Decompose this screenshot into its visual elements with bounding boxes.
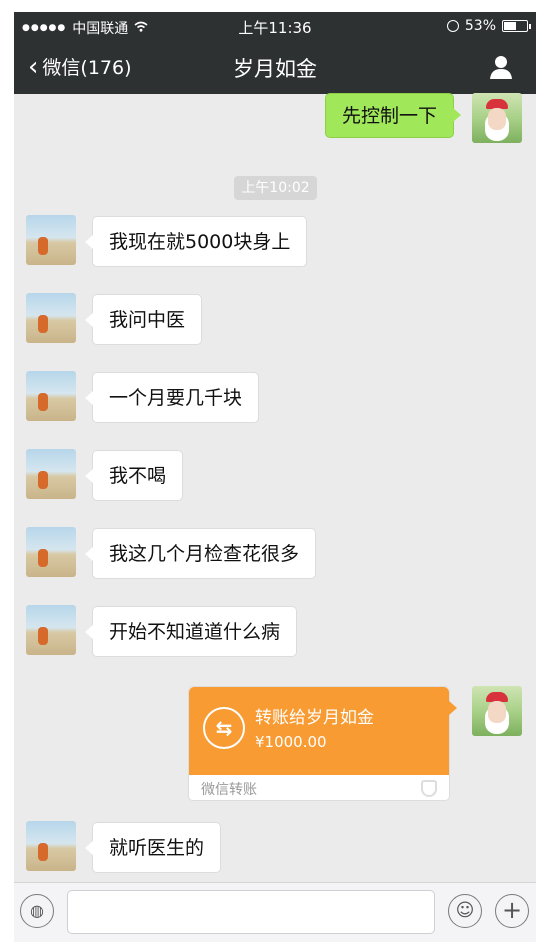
plus-icon[interactable]: +: [495, 894, 529, 928]
shield-icon: [421, 780, 437, 797]
status-right: 53%: [446, 18, 531, 34]
transfer-amount: ¥1000.00: [255, 733, 327, 751]
transfer-card[interactable]: ⇆ 转账给岁月如金 ¥1000.00 微信转账: [188, 686, 457, 802]
contact-avatar[interactable]: [26, 371, 76, 421]
input-bar: ◍ ☺ +: [14, 882, 536, 942]
rotation-lock-icon: [446, 20, 459, 32]
battery-icon: [502, 20, 531, 32]
chat-title: 岁月如金: [233, 57, 317, 81]
transfer-title: 转账给岁月如金: [255, 708, 374, 728]
transfer-card-footer: 微信转账: [189, 775, 449, 802]
contact-avatar[interactable]: [26, 215, 76, 265]
my-avatar[interactable]: [472, 93, 522, 143]
received-message-bubble[interactable]: 开始不知道道什么病: [84, 606, 298, 657]
received-message-bubble[interactable]: 我不喝: [84, 450, 184, 501]
contact-avatar[interactable]: [26, 527, 76, 577]
message-input[interactable]: [67, 890, 435, 934]
message-timestamp: 上午10:02: [234, 176, 317, 200]
emoji-icon[interactable]: ☺: [448, 894, 482, 928]
received-message-bubble[interactable]: 我这几个月检查花很多: [84, 528, 317, 579]
received-message-bubble[interactable]: 我问中医: [84, 294, 203, 345]
contact-avatar[interactable]: [26, 605, 76, 655]
contact-avatar[interactable]: [26, 821, 76, 871]
transfer-icon: ⇆: [203, 707, 245, 749]
profile-icon[interactable]: [488, 54, 514, 80]
received-message-bubble[interactable]: 我现在就5000块身上: [84, 216, 308, 267]
transfer-label: 微信转账: [201, 782, 257, 798]
top-bar: ●●●●● 中国联通 上午11:36 53% ‹ 微信(176) 岁月如金: [14, 12, 536, 94]
contact-avatar[interactable]: [26, 449, 76, 499]
voice-icon[interactable]: ◍: [20, 894, 54, 928]
status-bar: ●●●●● 中国联通 上午11:36 53%: [14, 12, 536, 40]
received-message-bubble[interactable]: 就听医生的: [84, 822, 222, 873]
contact-avatar[interactable]: [26, 293, 76, 343]
battery-percent: 53%: [464, 18, 496, 34]
received-message-bubble[interactable]: 一个月要几千块: [84, 372, 260, 423]
battery-fill: [504, 22, 516, 30]
nav-bar: ‹ 微信(176) 岁月如金: [14, 40, 536, 94]
my-avatar[interactable]: [472, 686, 522, 736]
transfer-card-header: ⇆ 转账给岁月如金 ¥1000.00: [189, 687, 457, 775]
phone-screen: ●●●●● 中国联通 上午11:36 53% ‹ 微信(176) 岁月如金 先控…: [14, 12, 536, 942]
sent-message-bubble[interactable]: 先控制一下: [325, 93, 462, 138]
